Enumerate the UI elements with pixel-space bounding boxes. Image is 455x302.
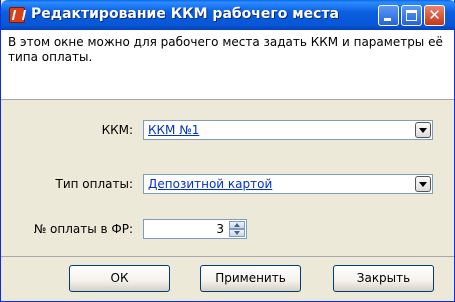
spin-down-icon[interactable]: [229, 229, 245, 237]
payment-number-label: № оплаты в ФР:: [33, 222, 133, 236]
title-bar[interactable]: Редактирование ККМ рабочего места ✕: [1, 0, 455, 30]
kkm-value: ККМ №1: [148, 123, 200, 137]
chevron-down-icon[interactable]: [415, 122, 431, 138]
spin-up-icon[interactable]: [229, 221, 245, 229]
close-button[interactable]: Закрыть: [333, 265, 434, 292]
ok-button[interactable]: ОК: [69, 265, 170, 292]
close-icon: ✕: [428, 6, 441, 24]
window-title: Редактирование ККМ рабочего места: [31, 6, 339, 22]
kkm-label: ККМ:: [101, 123, 133, 137]
maximize-button[interactable]: [401, 5, 422, 26]
kkm-select[interactable]: ККМ №1: [143, 120, 433, 140]
payment-type-label: Тип оплаты:: [55, 177, 133, 191]
spinner-arrows: [229, 221, 245, 237]
dialog-window: Редактирование ККМ рабочего места ✕ В эт…: [0, 0, 455, 302]
payment-number-value[interactable]: 3: [216, 222, 224, 236]
description-text: В этом окне можно для рабочего места зад…: [1, 30, 454, 100]
divider: [1, 256, 454, 257]
apply-button[interactable]: Применить: [200, 265, 301, 292]
chevron-down-icon[interactable]: [415, 176, 431, 192]
payment-type-select[interactable]: Депозитной картой: [143, 174, 433, 194]
app-icon: [9, 7, 25, 23]
payment-type-value: Депозитной картой: [148, 177, 273, 191]
minimize-button[interactable]: [378, 5, 399, 26]
payment-number-stepper[interactable]: 3: [143, 219, 247, 239]
maximize-icon: [406, 10, 417, 21]
minimize-icon: [384, 18, 391, 21]
close-window-button[interactable]: ✕: [424, 5, 445, 26]
